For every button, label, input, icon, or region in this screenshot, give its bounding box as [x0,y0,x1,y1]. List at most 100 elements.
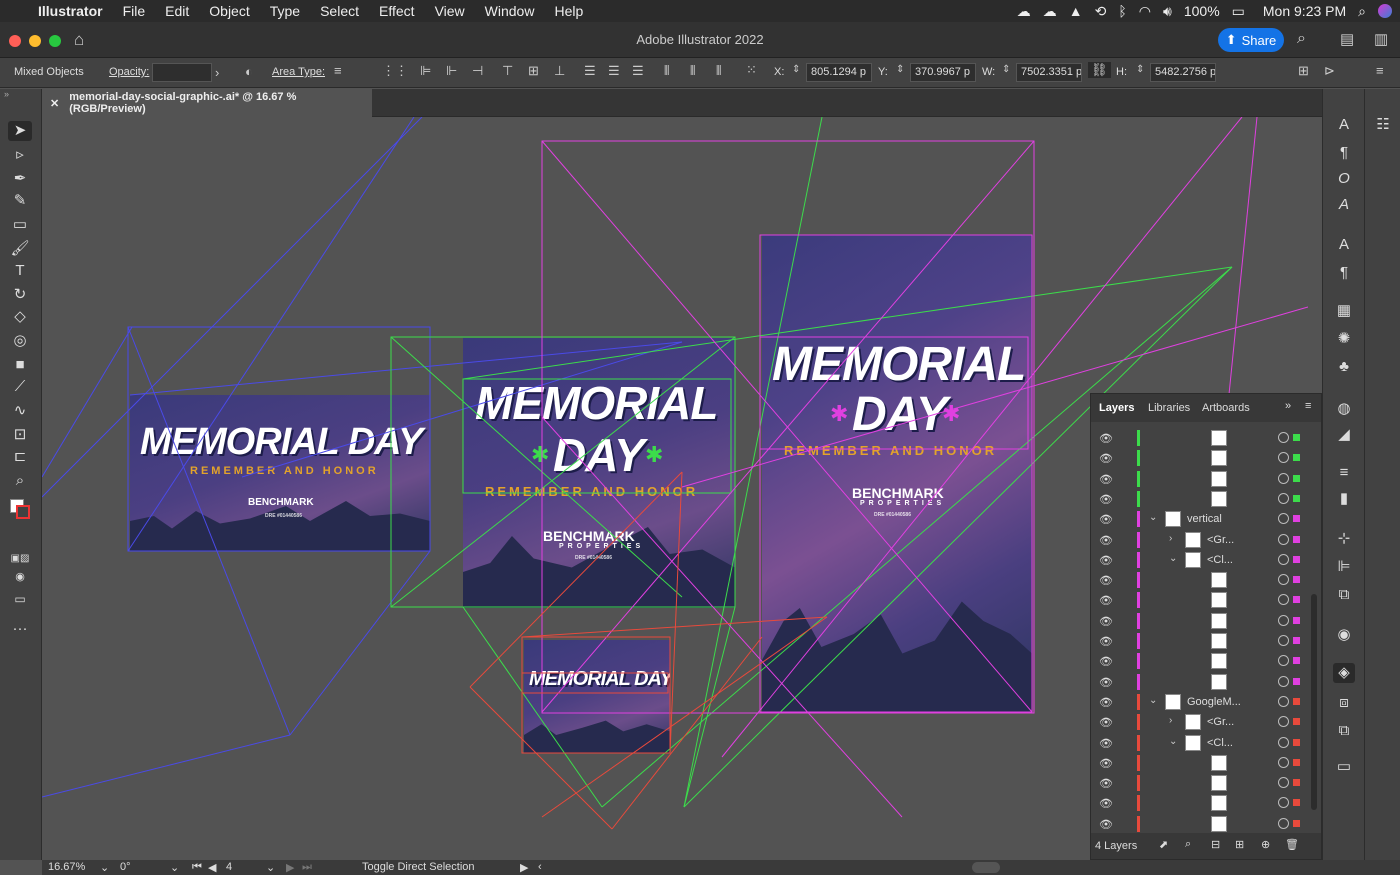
visibility-eye-icon[interactable]: 👁︎ [1099,534,1113,547]
align-panel-icon[interactable]: ⊫ [1333,557,1355,577]
curvature-tool-icon[interactable]: ✎ [8,191,32,211]
type-tool-icon[interactable]: T [8,261,32,281]
selection-indicator[interactable] [1293,535,1300,543]
export-icon[interactable]: ⬈ [1159,838,1168,851]
status-menu-icon[interactable]: ▶ [520,861,528,874]
transform-icon[interactable]: ⊞ [1298,63,1309,79]
target-icon[interactable] [1278,756,1289,768]
visibility-eye-icon[interactable]: 👁︎ [1099,452,1113,465]
disclosure-arrow-icon[interactable]: ⌄ [1149,695,1157,706]
visibility-eye-icon[interactable]: 👁︎ [1099,513,1113,526]
visibility-eye-icon[interactable]: 👁︎ [1099,777,1113,790]
y-field[interactable]: 370.9967 p [910,63,976,82]
expand-panel-icon[interactable]: » [1285,400,1291,412]
selection-tool-icon[interactable]: ➤ [8,121,32,141]
y-stepper-icon[interactable]: ⇕ [896,64,904,75]
tab-artboards[interactable]: Artboards [1202,402,1250,414]
visibility-eye-icon[interactable]: 👁︎ [1099,574,1113,587]
selection-indicator[interactable] [1293,555,1300,563]
w-field[interactable]: 7502.3351 p [1016,63,1082,82]
links-icon[interactable]: ⧉ [1333,721,1355,741]
symbol-sprayer-tool-icon[interactable]: ⊡ [8,425,32,445]
target-icon[interactable] [1278,716,1289,728]
zoom-dropdown-icon[interactable]: ⌄ [100,861,109,874]
layer-row[interactable]: 👁︎ [1091,651,1313,671]
x-stepper-icon[interactable]: ⇕ [792,64,800,75]
spotlight-icon[interactable]: ⌕ [1358,3,1366,20]
drive-icon[interactable]: ▲ [1069,3,1083,19]
layer-row[interactable]: 👁︎ › <Gr... [1091,712,1313,732]
target-icon[interactable] [1278,492,1289,504]
bluetooth-icon[interactable]: ᛒ [1118,3,1126,19]
opentype-icon[interactable]: O [1333,169,1355,189]
visibility-eye-icon[interactable]: 👁︎ [1099,493,1113,506]
selection-indicator[interactable] [1293,637,1300,644]
close-tab-icon[interactable]: ✕ [50,97,59,110]
layer-row[interactable]: 👁︎ [1091,793,1313,813]
disclosure-arrow-icon[interactable]: ⌄ [1149,512,1157,523]
recolor-icon[interactable]: ◐ [245,64,253,79]
character-styles-icon[interactable]: A [1333,235,1355,255]
screen-mode-icon[interactable]: ▭ [8,589,32,609]
layer-name[interactable]: <Gr... [1207,534,1234,546]
control-menu-icon[interactable]: ≡ [1376,63,1384,78]
new-sublayer-icon[interactable]: ⊞ [1235,838,1244,851]
menu-type[interactable]: Type [260,3,310,19]
layer-row[interactable]: 👁︎ [1091,570,1313,590]
selection-indicator[interactable] [1293,697,1300,705]
workspace-icon[interactable]: ▤ [1340,30,1354,48]
fill-stroke-icon[interactable] [8,499,32,523]
layer-row[interactable]: 👁︎ [1091,753,1313,773]
align-left-icon[interactable]: ⊫ [420,63,431,79]
target-icon[interactable] [1278,635,1289,646]
disclosure-arrow-icon[interactable]: ⌄ [1169,553,1177,564]
clipping-mask-icon[interactable]: ⊟ [1211,838,1220,851]
w-stepper-icon[interactable]: ⇕ [1002,64,1010,75]
rotation-dropdown-icon[interactable]: ⌄ [170,861,179,874]
layers-scrollbar[interactable] [1311,594,1317,810]
align-top-icon[interactable]: ⊤ [502,63,513,79]
volume-icon[interactable]: 🔊︎ [1163,3,1172,20]
disclosure-arrow-icon[interactable]: › [1169,715,1172,726]
target-icon[interactable] [1278,797,1289,809]
distribute-top-icon[interactable]: ☰ [584,63,596,79]
visibility-eye-icon[interactable]: 👁︎ [1099,818,1113,831]
area-type-icon[interactable]: ≡ [334,63,342,78]
opacity-label[interactable]: Opacity: [109,66,149,78]
transform-panel-icon[interactable]: ⊹ [1333,529,1355,549]
selection-indicator[interactable] [1293,616,1300,624]
target-icon[interactable] [1278,675,1289,687]
menu-view[interactable]: View [425,3,475,19]
draw-mode-icon[interactable]: ◉ [8,567,32,587]
direct-selection-tool-icon[interactable]: ▹ [8,145,32,165]
layer-name[interactable]: <Cl... [1207,737,1233,749]
target-icon[interactable] [1278,553,1289,565]
artboard-tool-icon[interactable]: ⊏ [8,447,32,467]
visibility-eye-icon[interactable]: 👁︎ [1099,696,1113,709]
menu-window[interactable]: Window [475,3,545,19]
paragraph-styles-icon[interactable]: ¶ [1333,263,1355,283]
target-icon[interactable] [1278,452,1289,464]
layer-row[interactable]: 👁︎ ⌄ GoogleM... [1091,692,1313,712]
distribute-bottom-icon[interactable]: ☰ [632,63,644,79]
color-mode-icon[interactable]: ▣▨ [8,549,32,569]
visibility-eye-icon[interactable]: 👁︎ [1099,797,1113,810]
h-field[interactable]: 5482.2756 p [1150,63,1216,82]
visibility-eye-icon[interactable]: 👁︎ [1099,676,1113,689]
layer-row[interactable]: 👁︎ ⌄ vertical [1091,509,1313,529]
last-artboard-icon[interactable]: ⏭ [302,861,312,874]
artboard-number[interactable]: 4 [226,861,232,873]
menu-select[interactable]: Select [310,3,369,19]
layer-name[interactable]: vertical [1187,513,1222,525]
align-center-icon[interactable]: ⊩ [446,63,457,79]
layer-name[interactable]: GoogleM... [1187,696,1241,708]
selection-indicator[interactable] [1293,738,1300,746]
color-guide-icon[interactable]: ◉ [1333,625,1355,645]
tab-libraries[interactable]: Libraries [1148,402,1190,414]
layer-row[interactable]: 👁︎ [1091,448,1313,468]
distribute-center-icon[interactable]: ⫴ [690,63,695,79]
target-icon[interactable] [1278,614,1289,626]
first-artboard-icon[interactable]: ⏮ [192,861,202,874]
wifi-icon[interactable]: ◠ [1139,3,1151,20]
swatches-icon[interactable]: ▦ [1333,301,1355,321]
